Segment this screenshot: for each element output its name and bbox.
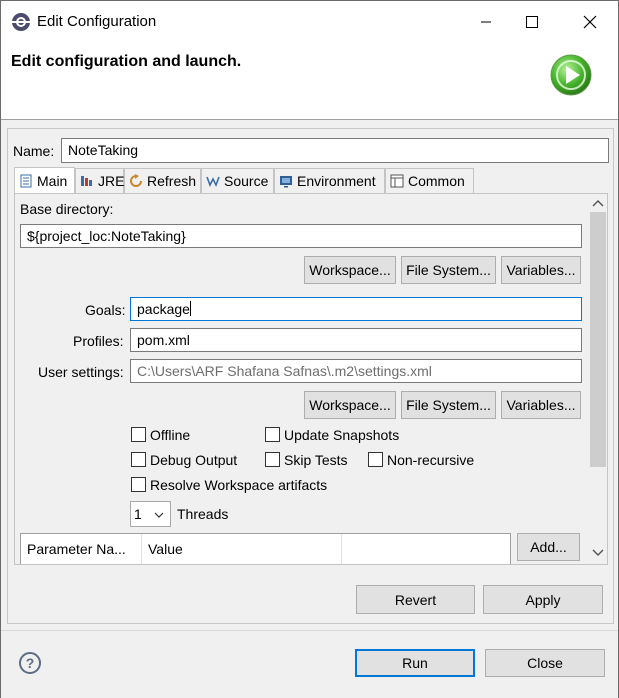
profiles-label: Profiles: [73, 333, 124, 349]
scrollbar-thumb[interactable] [590, 212, 606, 467]
threads-value: 1 [134, 506, 142, 522]
close-dialog-button[interactable]: Close [485, 649, 605, 677]
chevron-down-icon [154, 512, 164, 518]
table-header-value[interactable]: Value [142, 534, 342, 564]
non-recursive-label: Non-recursive [387, 452, 475, 468]
tab-main-label: Main [37, 173, 68, 189]
base-filesystem-button[interactable]: File System... [401, 256, 496, 284]
name-input[interactable]: NoteTaking [61, 138, 609, 163]
help-icon[interactable]: ? [19, 652, 41, 674]
run-icon [550, 54, 592, 96]
tab-common-label: Common [408, 173, 465, 189]
tab-main[interactable]: Main [14, 167, 75, 194]
base-variables-button[interactable]: Variables... [501, 256, 581, 284]
apply-button[interactable]: Apply [483, 585, 603, 614]
maximize-icon [526, 16, 538, 28]
tab-source[interactable]: Source [201, 168, 274, 193]
debug-output-label: Debug Output [150, 452, 238, 468]
eclipse-app-icon [12, 13, 30, 31]
panel-scrollbar[interactable] [589, 194, 607, 564]
tab-environment-label: Environment [297, 173, 376, 189]
tab-environment[interactable]: Environment [274, 168, 385, 193]
revert-button[interactable]: Revert [356, 585, 475, 614]
debug-output-checkbox[interactable] [131, 452, 146, 467]
minimize-button[interactable] [463, 2, 509, 42]
tab-refresh-label: Refresh [147, 173, 197, 189]
base-workspace-button[interactable]: Workspace... [304, 256, 396, 284]
non-recursive-checkbox[interactable] [368, 452, 383, 467]
update-snapshots-label: Update Snapshots [284, 427, 400, 443]
threads-select[interactable]: 1 [130, 501, 171, 527]
user-settings-input[interactable]: C:\Users\ARF Shafana Safnas\.m2\settings… [130, 359, 582, 383]
resolve-workspace-label: Resolve Workspace artifacts [150, 477, 328, 493]
source-icon [206, 174, 220, 188]
resolve-workspace-checkbox[interactable] [131, 477, 146, 492]
threads-label: Threads [177, 506, 229, 522]
goals-input[interactable]: package [130, 297, 582, 321]
add-parameter-button[interactable]: Add... [517, 533, 580, 561]
common-icon [390, 174, 404, 188]
tab-source-label: Source [224, 173, 269, 189]
goals-value: package [137, 301, 190, 317]
run-button[interactable]: Run [355, 649, 475, 677]
jre-icon [80, 174, 94, 188]
refresh-icon [129, 174, 143, 188]
main-tab-icon [19, 174, 33, 188]
footer-divider [1, 630, 618, 631]
tab-refresh[interactable]: Refresh [124, 168, 201, 193]
text-caret [189, 301, 191, 316]
scroll-down-icon[interactable] [589, 546, 607, 560]
table-header-parameter-name[interactable]: Parameter Na... [21, 534, 142, 564]
skip-tests-checkbox[interactable] [265, 452, 280, 467]
window-title: Edit Configuration [37, 13, 157, 30]
environment-icon [279, 174, 293, 188]
close-button[interactable] [567, 2, 613, 42]
base-directory-label: Base directory: [20, 201, 114, 217]
skip-tests-label: Skip Tests [284, 452, 348, 468]
maximize-button[interactable] [509, 2, 555, 42]
offline-checkbox[interactable] [131, 427, 146, 442]
tab-jre-label: JRE [98, 173, 125, 189]
dialog-header: Edit configuration and launch. [1, 43, 618, 120]
offline-label: Offline [150, 427, 191, 443]
scroll-up-icon[interactable] [589, 196, 607, 210]
tab-common[interactable]: Common [385, 168, 474, 193]
base-directory-input[interactable]: ${project_loc:NoteTaking} [20, 224, 582, 248]
close-icon [583, 15, 597, 29]
minimize-icon [481, 21, 491, 23]
parameter-table[interactable]: Parameter Na... Value [20, 533, 511, 564]
title-bar: Edit Configuration [1, 1, 618, 43]
profiles-input[interactable]: pom.xml [130, 328, 582, 352]
user-settings-label: User settings: [38, 364, 124, 380]
tab-jre[interactable]: JRE [75, 168, 124, 193]
settings-filesystem-button[interactable]: File System... [401, 391, 496, 419]
settings-variables-button[interactable]: Variables... [501, 391, 581, 419]
update-snapshots-checkbox[interactable] [265, 427, 280, 442]
settings-workspace-button[interactable]: Workspace... [304, 391, 396, 419]
name-label: Name: [13, 143, 55, 159]
goals-label: Goals: [85, 302, 126, 318]
header-title: Edit configuration and launch. [11, 53, 242, 70]
